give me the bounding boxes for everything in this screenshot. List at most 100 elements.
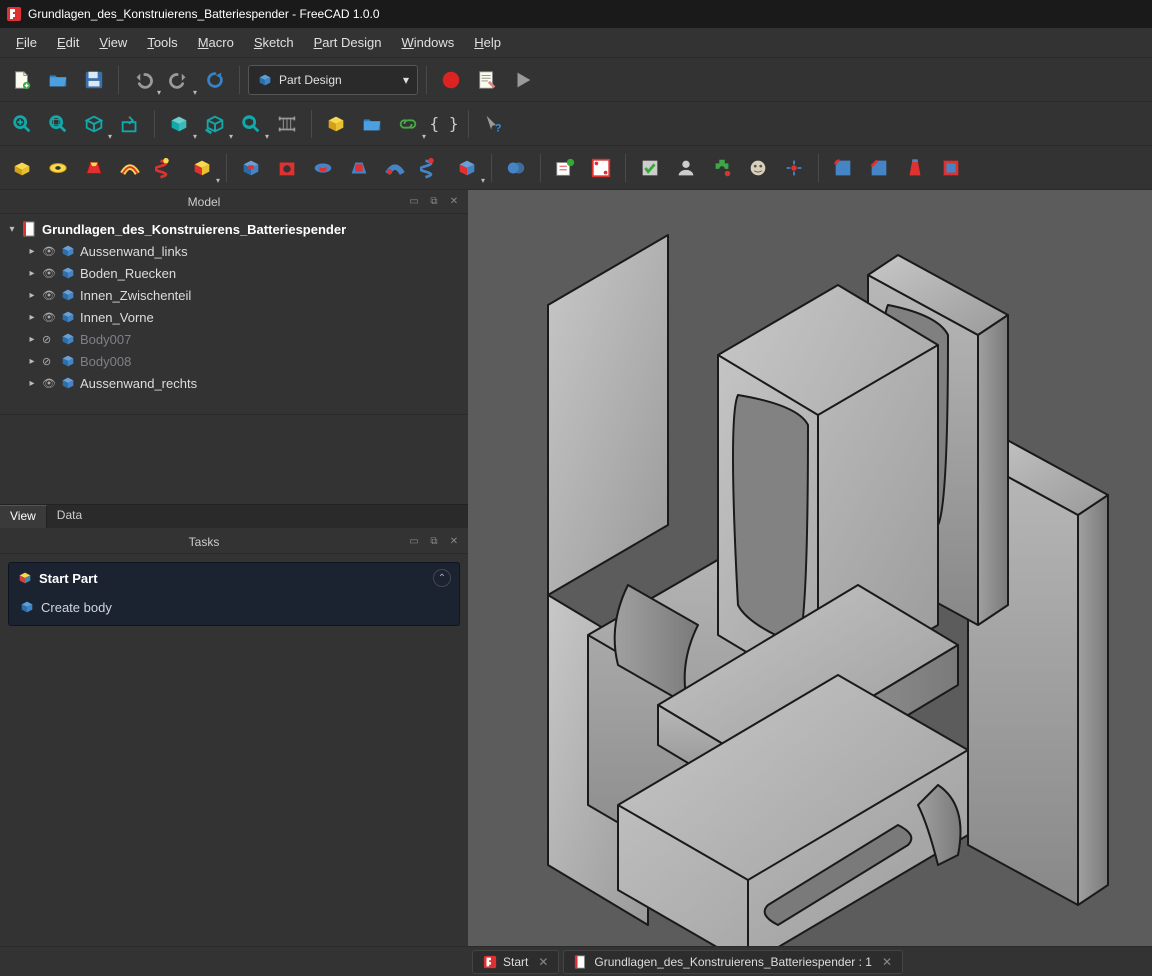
var-set-button[interactable]: { } [428,108,460,140]
macro-record-button[interactable] [435,64,467,96]
menu-view[interactable]: View [89,31,137,54]
panel-close-icon[interactable]: ✕ [446,194,462,210]
fit-all-button[interactable] [6,108,38,140]
fit-selection-button[interactable] [42,108,74,140]
workbench-selector[interactable]: Part Design ▾ [248,65,418,95]
user-icon-button[interactable] [670,152,702,184]
help-whats-this-button[interactable]: ? [477,108,509,140]
tree-item[interactable]: ▸⊘Body008 [2,350,466,372]
visibility-icon[interactable]: 👁 [42,289,56,302]
appearance-button[interactable] [742,152,774,184]
menu-windows[interactable]: Windows [392,31,465,54]
tab-document[interactable]: Grundlagen_des_Konstruierens_Batteriespe… [563,950,903,974]
additive-loft-button[interactable] [78,152,110,184]
undo-button[interactable]: ▾ [127,64,159,96]
expand-icon[interactable]: ▸ [26,312,38,323]
task-group-header[interactable]: Start Part ⌃ [9,563,459,593]
visibility-icon[interactable]: 👁 [42,267,56,280]
tree-item[interactable]: ▸👁Innen_Vorne [2,306,466,328]
link-button[interactable]: ▾ [392,108,424,140]
3d-viewport[interactable] [468,190,1152,946]
measure-button[interactable] [271,108,303,140]
draft-button[interactable] [899,152,931,184]
expand-icon[interactable]: ▸ [26,334,38,345]
panel-close-icon[interactable]: ✕ [446,534,462,550]
pocket-button[interactable] [235,152,267,184]
boolean-button[interactable] [500,152,532,184]
macro-edit-button[interactable] [471,64,503,96]
visibility-icon[interactable]: ⊘ [42,355,56,368]
model-tree[interactable]: ▾ Grundlagen_des_Konstruierens_Batteries… [0,214,468,414]
close-icon[interactable]: ✕ [882,955,892,969]
tree-item[interactable]: ▸👁Boden_Ruecken [2,262,466,284]
macro-run-button[interactable] [507,64,539,96]
subtractive-pipe-button[interactable] [379,152,411,184]
expand-icon[interactable]: ▾ [6,224,18,235]
create-group-button[interactable] [356,108,388,140]
tree-item[interactable]: ▸👁Innen_Zwischenteil [2,284,466,306]
panel-maximize-icon[interactable]: ⧉ [426,194,442,210]
collapse-icon[interactable]: ⌃ [433,569,451,587]
bounding-box-button[interactable]: ▾ [199,108,231,140]
redo-button[interactable]: ▾ [163,64,195,96]
task-create-body[interactable]: Create body [9,593,459,625]
additive-helix-button[interactable] [150,152,182,184]
workbench-label: Part Design [279,73,342,87]
addon-button[interactable] [706,152,738,184]
menu-edit[interactable]: Edit [47,31,89,54]
datum-point-button[interactable] [778,152,810,184]
tree-item[interactable]: ▸👁Aussenwand_links [2,240,466,262]
visibility-icon[interactable]: ⊘ [42,333,56,346]
sketch-create-button[interactable] [549,152,581,184]
draw-style-button[interactable]: ▾ [163,108,195,140]
menu-file[interactable]: File [6,31,47,54]
subtractive-primitive-button[interactable]: ▾ [451,152,483,184]
panel-maximize-icon[interactable]: ⧉ [426,534,442,550]
expand-icon[interactable]: ▸ [26,268,38,279]
hole-button[interactable] [271,152,303,184]
pad-button[interactable] [6,152,38,184]
subtractive-loft-button[interactable] [343,152,375,184]
tab-start[interactable]: Start ✕ [472,950,559,974]
panel-minimize-icon[interactable]: ▭ [406,534,422,550]
create-part-button[interactable] [320,108,352,140]
tab-view[interactable]: View [0,505,47,528]
expand-icon[interactable]: ▸ [26,356,38,367]
menu-tools[interactable]: Tools [137,31,187,54]
visibility-icon[interactable]: 👁 [42,377,56,390]
align-view-button[interactable] [114,108,146,140]
subtractive-helix-button[interactable] [415,152,447,184]
new-file-button[interactable] [6,64,38,96]
refresh-button[interactable] [199,64,231,96]
thickness-button[interactable] [935,152,967,184]
fillet-button[interactable] [827,152,859,184]
expand-icon[interactable]: ▸ [26,378,38,389]
additive-primitive-button[interactable]: ▾ [186,152,218,184]
validate-sketch-button[interactable] [634,152,666,184]
visibility-icon[interactable]: 👁 [42,311,56,324]
tree-root[interactable]: ▾ Grundlagen_des_Konstruierens_Batteries… [2,218,466,240]
groove-button[interactable] [307,152,339,184]
additive-pipe-button[interactable] [114,152,146,184]
expand-icon[interactable]: ▸ [26,246,38,257]
open-file-button[interactable] [42,64,74,96]
menu-part-design[interactable]: Part Design [304,31,392,54]
visibility-icon[interactable]: 👁 [42,245,56,258]
toolbar-file: ▾ ▾ Part Design ▾ [0,58,1152,102]
expand-icon[interactable]: ▸ [26,290,38,301]
isometric-view-button[interactable]: ▾ [78,108,110,140]
separator [540,154,541,182]
sync-view-button[interactable]: ▾ [235,108,267,140]
menu-macro[interactable]: Macro [188,31,244,54]
sketch-edit-button[interactable] [585,152,617,184]
menu-help[interactable]: Help [464,31,511,54]
tab-data[interactable]: Data [47,505,92,528]
panel-minimize-icon[interactable]: ▭ [406,194,422,210]
close-icon[interactable]: ✕ [538,955,548,969]
chamfer-button[interactable] [863,152,895,184]
tree-item[interactable]: ▸⊘Body007 [2,328,466,350]
save-file-button[interactable] [78,64,110,96]
revolution-button[interactable] [42,152,74,184]
tree-item[interactable]: ▸👁Aussenwand_rechts [2,372,466,394]
menu-sketch[interactable]: Sketch [244,31,304,54]
